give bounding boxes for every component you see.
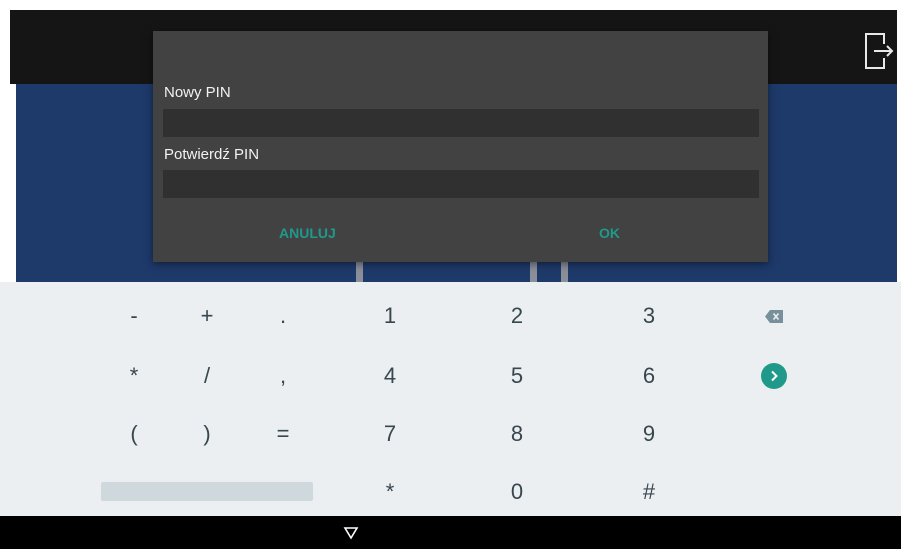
key-1[interactable]: 1 (355, 291, 425, 341)
space-key[interactable] (101, 482, 313, 501)
confirm-pin-label: Potwierdź PIN (164, 146, 260, 163)
background-divider (530, 262, 537, 282)
numeric-keyboard: - + . 1 2 3 * / , 4 5 6 ( ) = 7 8 9 * 0 … (0, 282, 901, 516)
key-open-paren[interactable]: ( (99, 409, 169, 459)
key-0[interactable]: 0 (482, 467, 552, 517)
background-divider (561, 262, 568, 282)
key-8[interactable]: 8 (482, 409, 552, 459)
background-divider (356, 262, 363, 282)
exit-icon[interactable] (862, 30, 894, 72)
next-arrow-icon[interactable] (739, 351, 809, 401)
key-7[interactable]: 7 (355, 409, 425, 459)
key-slash[interactable]: / (172, 351, 242, 401)
back-triangle-icon[interactable] (343, 526, 359, 540)
key-5[interactable]: 5 (482, 351, 552, 401)
key-equals[interactable]: = (248, 409, 318, 459)
change-pin-dialog: Nowy PIN Potwierdź PIN ANULUJ OK (153, 31, 768, 262)
key-comma[interactable]: , (248, 351, 318, 401)
navigation-bar (0, 516, 901, 549)
key-2[interactable]: 2 (482, 291, 552, 341)
key-3[interactable]: 3 (614, 291, 684, 341)
cancel-button[interactable]: ANULUJ (279, 225, 336, 241)
key-9[interactable]: 9 (614, 409, 684, 459)
key-4[interactable]: 4 (355, 351, 425, 401)
backspace-icon[interactable] (739, 291, 809, 341)
new-pin-label: Nowy PIN (164, 84, 231, 101)
key-plus[interactable]: + (172, 291, 242, 341)
key-close-paren[interactable]: ) (172, 409, 242, 459)
new-pin-field[interactable] (163, 109, 759, 137)
ok-button[interactable]: OK (599, 225, 620, 241)
key-period[interactable]: . (248, 291, 318, 341)
confirm-pin-field[interactable] (163, 170, 759, 198)
key-6[interactable]: 6 (614, 351, 684, 401)
key-asterisk-2[interactable]: * (355, 467, 425, 517)
key-minus[interactable]: - (99, 291, 169, 341)
key-hash[interactable]: # (614, 467, 684, 517)
key-asterisk[interactable]: * (99, 351, 169, 401)
